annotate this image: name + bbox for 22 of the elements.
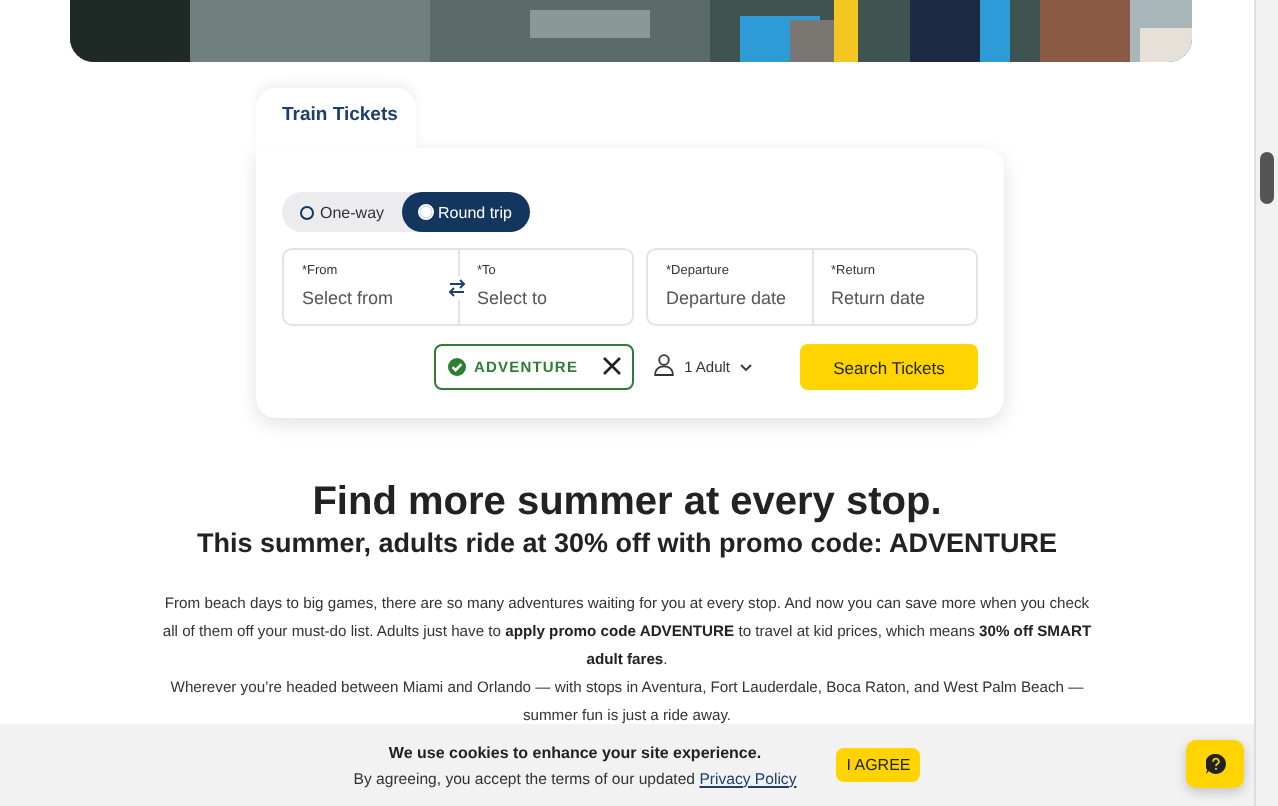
help-icon [1205,754,1225,774]
radio-icon [300,205,314,219]
scrollbar[interactable] [1254,0,1278,806]
swap-icon[interactable] [448,278,466,298]
check-icon [447,357,466,375]
input-field[interactable]: Select from [302,288,442,308]
input-field[interactable]: Departure date [666,288,806,308]
cookie-title: We use cookies to enhance your site experience. [388,743,762,761]
search-button[interactable]: Search Tickets [800,344,978,390]
chevron-down-icon [740,364,752,372]
person-icon [654,354,675,376]
heading: Find more summer at every stop. [312,478,942,526]
trip-type-option[interactable]: One-way [282,192,403,232]
agree-button[interactable]: I AGREE [836,748,921,782]
tab[interactable]: Train Tickets [256,88,416,150]
radio-icon [420,206,433,218]
close-icon[interactable] [602,355,623,375]
trip-type-option[interactable]: Round trip [402,192,530,232]
input-field[interactable]: Select to [477,288,617,308]
help-button[interactable] [1186,740,1244,788]
input-field[interactable]: Return date [831,288,971,308]
subheading: This summer, adults ride at 30% off with promo code: ADVENTURE [196,526,1058,562]
